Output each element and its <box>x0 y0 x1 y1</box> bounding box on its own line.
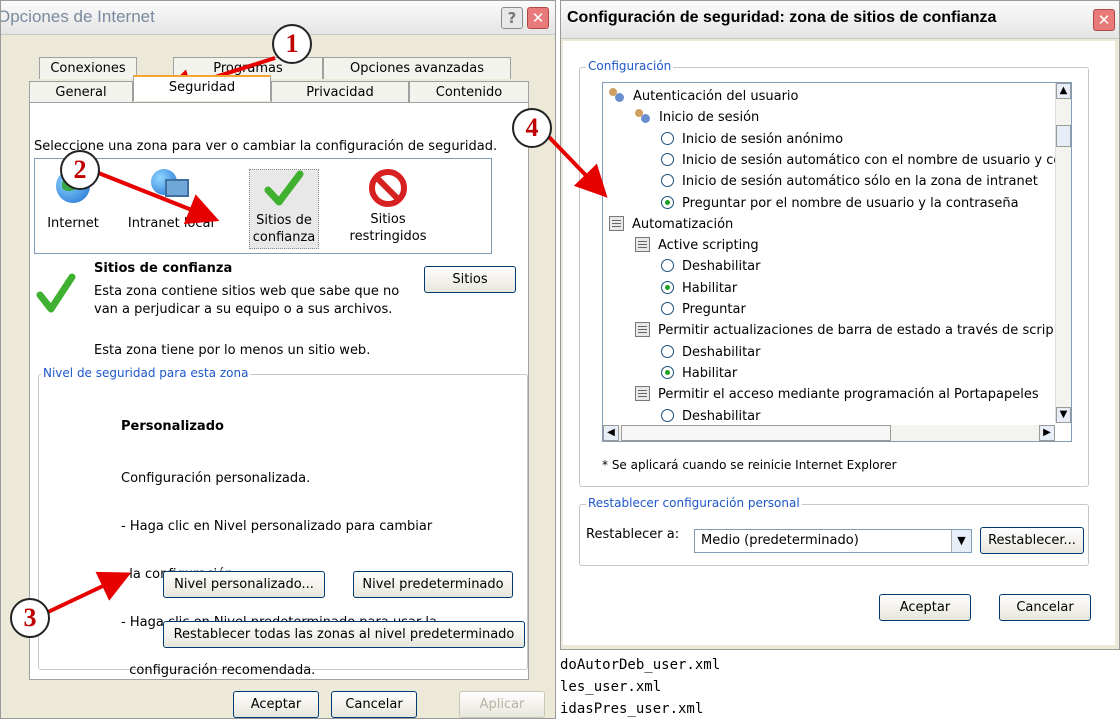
annotation-2: 2 <box>60 150 100 190</box>
annotation-arrows <box>47 56 608 614</box>
arrow-2 <box>95 170 220 225</box>
annotation-3: 3 <box>10 598 50 638</box>
annotation-1: 1 <box>272 24 312 64</box>
tab-seguridad[interactable]: Seguridad <box>133 75 271 101</box>
arrow-3 <box>47 571 132 614</box>
arrow-4 <box>546 134 608 198</box>
annotation-4: 4 <box>512 108 552 148</box>
